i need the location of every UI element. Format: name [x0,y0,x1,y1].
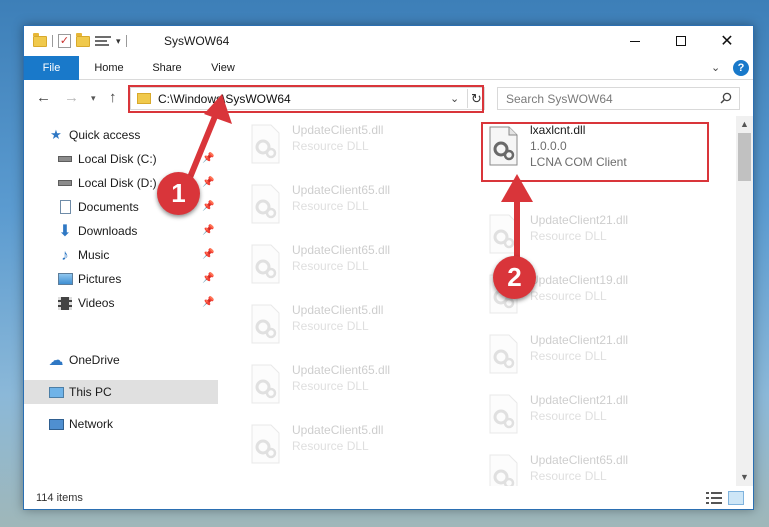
music-note-icon: ♪ [61,246,69,264]
dll-gear-file-icon [251,424,280,464]
network-icon [48,416,64,432]
sidebar-item-pictures[interactable]: Pictures 📌 [24,267,218,291]
large-icons-view-icon[interactable] [728,491,744,505]
drive-icon [57,151,73,167]
tab-home[interactable]: Home [82,56,136,80]
back-arrow-icon[interactable]: ← [36,89,51,106]
step-2-badge: 2 [493,256,536,299]
pin-icon[interactable]: 📌 [202,249,214,260]
details-view-icon[interactable] [706,492,722,504]
new-folder-icon[interactable] [76,32,90,47]
tab-file[interactable]: File [24,56,79,80]
sidebar-item-onedrive[interactable]: ☁ OneDrive [24,348,218,372]
dll-gear-file-icon [489,454,518,486]
pin-icon[interactable]: 📌 [202,201,214,212]
drive-icon [57,175,73,191]
annotation-arrow-2 [501,174,533,267]
list-item[interactable]: UpdateClient5.dll Resource DLL [224,418,454,468]
dll-gear-file-icon [251,244,280,284]
properties-list-icon[interactable] [95,35,111,48]
pin-icon[interactable]: 📌 [202,273,214,284]
sidebar-item-downloads[interactable]: ⬇ Downloads 📌 [24,219,218,243]
star-icon: ★ [50,127,62,142]
scroll-thumb[interactable] [738,133,751,181]
pictures-icon [57,271,73,287]
list-item[interactable]: UpdateClient21.dll Resource DLL [462,328,692,378]
dll-gear-file-icon [251,184,280,224]
list-item[interactable]: UpdateClient5.dll Resource DLL [224,298,454,348]
scroll-up-arrow-icon[interactable]: ▲ [740,119,749,129]
title-bar: ✓ ▾ SysWOW64 ✕ [24,26,753,56]
checkmark-properties-icon[interactable]: ✓ [58,34,71,48]
file-explorer-window: ✓ ▾ SysWOW64 ✕ File Home Share View ⌄ ? … [23,25,754,510]
pin-icon[interactable]: 📌 [202,297,214,308]
sidebar-item-network[interactable]: Network [24,412,218,436]
close-button[interactable]: ✕ [704,26,750,56]
minimize-icon [630,40,640,42]
maximize-icon [676,36,686,46]
tab-view[interactable]: View [198,56,248,80]
tab-share[interactable]: Share [140,56,194,80]
maximize-button[interactable] [658,26,704,56]
sidebar-item-this-pc[interactable]: This PC [24,380,218,404]
search-box[interactable]: Search SysWOW64 [497,87,740,110]
list-item[interactable]: UpdateClient65.dll Resource DLL [224,178,454,228]
film-icon [57,295,73,311]
toolbar-divider [125,35,127,47]
quick-access-toolbar: ✓ ▾ [33,32,127,49]
window-title: SysWOW64 [164,34,230,48]
cloud-icon: ☁ [48,352,64,369]
sidebar-item-music[interactable]: ♪ Music 📌 [24,243,218,267]
search-input[interactable]: Search SysWOW64 [506,92,613,106]
ribbon-tabs: File Home Share View ⌄ ? [24,56,753,80]
documents-icon [57,199,73,215]
dll-gear-file-icon [251,304,280,344]
recent-locations-dropdown-icon[interactable]: ▾ [91,93,96,104]
item-count: 114 items [36,492,83,504]
scroll-down-arrow-icon[interactable]: ▼ [740,472,749,482]
dll-gear-file-icon [489,394,518,434]
monitor-icon [48,384,64,400]
list-item[interactable]: UpdateClient65.dll Resource DLL [224,358,454,408]
download-arrow-icon: ⬇ [58,223,72,240]
forward-arrow-icon[interactable]: → [64,89,79,106]
dll-gear-file-icon [489,334,518,374]
search-icon[interactable] [720,92,732,104]
minimize-button[interactable] [612,26,658,56]
navigation-bar: ← → ▾ ↑ C:\Windows\SysWOW64 ⌄ ↻ Search S… [24,81,753,115]
list-item[interactable]: UpdateClient5.dll Resource DLL [224,118,454,168]
dll-gear-file-icon [251,124,280,164]
list-item[interactable]: UpdateClient65.dll Resource DLL [462,448,692,486]
expand-ribbon-icon[interactable]: ⌄ [711,61,720,74]
list-item[interactable]: UpdateClient65.dll Resource DLL [224,238,454,288]
folder-icon[interactable] [33,32,47,47]
sidebar-item-videos[interactable]: Videos 📌 [24,291,218,315]
vertical-scrollbar[interactable]: ▲ ▼ [736,116,753,486]
help-icon[interactable]: ? [733,60,749,76]
toolbar-divider [52,35,53,47]
pin-icon[interactable]: 📌 [202,225,214,236]
step-1-badge: 1 [157,172,200,215]
status-bar: 114 items [24,486,753,509]
close-icon: ✕ [720,33,734,50]
list-item[interactable]: UpdateClient21.dll Resource DLL [462,388,692,438]
dll-gear-file-icon [251,364,280,404]
customize-toolbar-dropdown-icon[interactable]: ▾ [116,36,121,47]
up-arrow-icon[interactable]: ↑ [109,89,117,106]
